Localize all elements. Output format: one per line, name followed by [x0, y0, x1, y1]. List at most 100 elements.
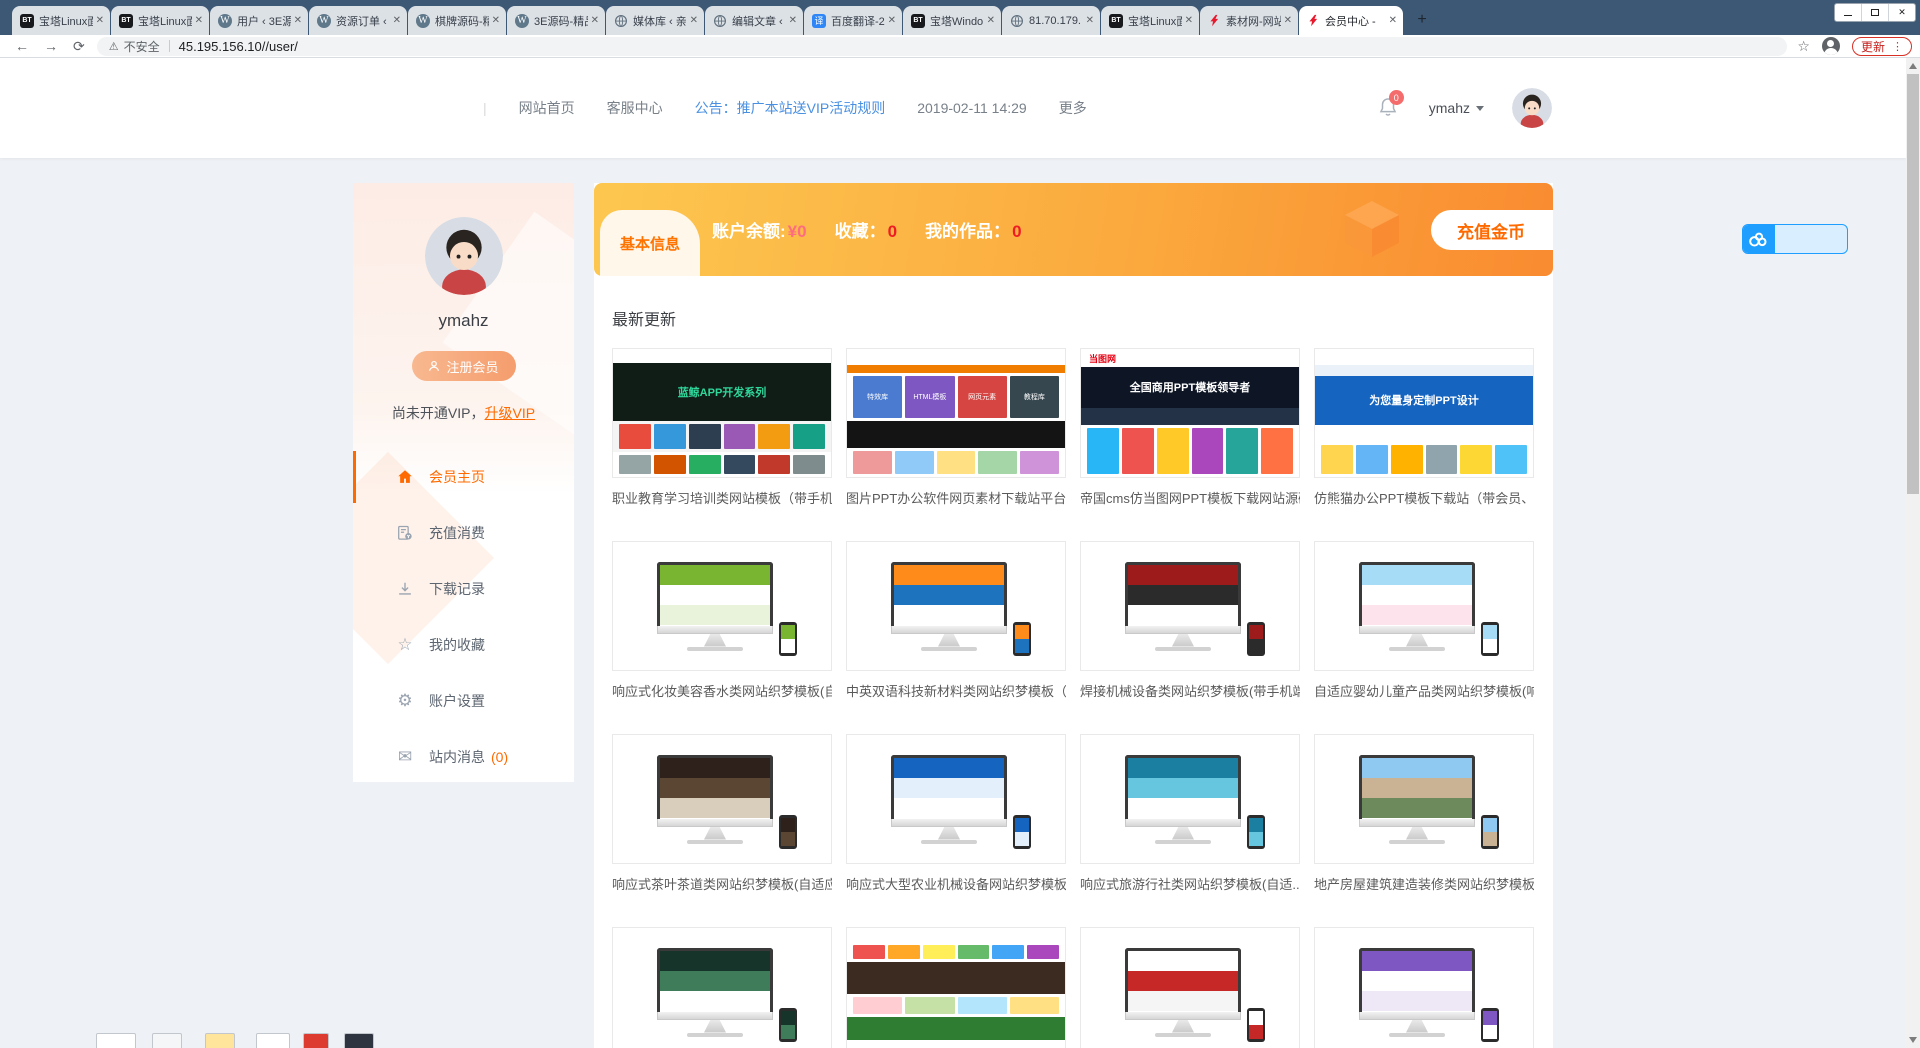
template-card[interactable]: 当图网全国商用PPT模板领导者帝国cms仿当图网PPT模板下载网站源码 [1080, 348, 1300, 507]
recharge-coins-button[interactable]: 充值金币 [1431, 210, 1553, 250]
template-thumbnail[interactable] [1080, 734, 1300, 864]
taskbar-icon-fragment[interactable] [344, 1033, 374, 1048]
browser-tab[interactable]: BT宝塔Linux面✕ [1101, 6, 1199, 35]
browser-tab[interactable]: W棋牌源码-精✕ [408, 6, 506, 35]
header-avatar[interactable] [1512, 88, 1552, 128]
browser-tab[interactable]: W资源订单 ‹✕ [309, 6, 407, 35]
template-title[interactable]: 图片PPT办公软件网页素材下载站平台... [846, 488, 1066, 507]
sidebar-item-mail[interactable]: ✉站内消息(0) [353, 729, 574, 782]
template-title[interactable]: 中英双语科技新材料类网站织梦模板（... [846, 681, 1066, 700]
tab-close-icon[interactable]: ✕ [987, 15, 995, 26]
sidebar-item-download[interactable]: 下载记录 [353, 561, 574, 617]
close-button[interactable]: ✕ [1889, 4, 1915, 21]
scroll-up-icon[interactable] [1909, 63, 1917, 69]
template-card[interactable]: 特效库HTML模板网页元素教程库图片PPT办公软件网页素材下载站平台... [846, 348, 1066, 507]
template-thumbnail[interactable] [846, 734, 1066, 864]
template-card[interactable]: 医疗制药企业网站模板 [1314, 927, 1534, 1048]
template-thumbnail[interactable] [612, 927, 832, 1048]
template-title[interactable]: 焊接机械设备类网站织梦模板(带手机端... [1080, 681, 1300, 700]
template-card[interactable]: 中英双语科技新材料类网站织梦模板（... [846, 541, 1066, 700]
tab-close-icon[interactable]: ✕ [1086, 15, 1094, 26]
tab-close-icon[interactable]: ✕ [1389, 15, 1397, 26]
template-card[interactable]: 焊接机械设备类网站织梦模板(带手机端... [1080, 541, 1300, 700]
sidebar-item-star[interactable]: ☆我的收藏 [353, 617, 574, 673]
sidebar-avatar[interactable] [425, 217, 503, 295]
bookmark-star-icon[interactable]: ☆ [1797, 38, 1810, 55]
template-title[interactable]: 自适应婴幼儿童产品类网站织梦模板(响... [1314, 681, 1534, 700]
upgrade-vip-link[interactable]: 升级VIP [485, 405, 536, 421]
back-icon[interactable]: ← [15, 39, 29, 53]
url-input[interactable]: ⚠ 不安全 45.195.156.10//user/ [97, 37, 1788, 56]
template-title[interactable]: 帝国cms仿当图网PPT模板下载网站源码 [1080, 488, 1300, 507]
tab-close-icon[interactable]: ✕ [96, 15, 104, 26]
browser-tab[interactable]: BT宝塔Linux面✕ [111, 6, 209, 35]
template-title[interactable]: 响应式茶叶茶道类网站织梦模板(自适应... [612, 874, 832, 893]
tab-close-icon[interactable]: ✕ [1284, 15, 1292, 26]
browser-tab[interactable]: 素材网-网站✕ [1200, 6, 1298, 35]
user-menu[interactable]: ymahz [1429, 100, 1484, 116]
template-card[interactable]: 响应式化妆美容香水类网站织梦模板(自... [612, 541, 832, 700]
browser-tab[interactable]: BT宝塔Windo✕ [903, 6, 1001, 35]
template-card[interactable]: 地产房屋建筑建造装修类网站织梦模板(... [1314, 734, 1534, 893]
nav-link[interactable]: 客服中心 [607, 98, 663, 118]
sidebar-item-home[interactable]: 会员主页 [353, 449, 574, 505]
scroll-down-icon[interactable] [1909, 1037, 1917, 1043]
template-thumbnail[interactable] [612, 734, 832, 864]
netdisk-widget[interactable] [1742, 224, 1848, 254]
tab-close-icon[interactable]: ✕ [690, 15, 698, 26]
template-thumbnail[interactable] [1314, 734, 1534, 864]
taskbar-icon-fragment[interactable] [152, 1033, 182, 1048]
template-thumbnail[interactable] [846, 541, 1066, 671]
template-thumbnail[interactable] [612, 541, 832, 671]
browser-tab[interactable]: W用户 ‹ 3E源✕ [210, 6, 308, 35]
tab-close-icon[interactable]: ✕ [789, 15, 797, 26]
browser-menu-icon[interactable]: ⋮ [1892, 40, 1903, 53]
nav-link[interactable]: 网站首页 [519, 98, 575, 118]
template-title[interactable]: 响应式旅游行社类网站织梦模板(自适... [1080, 874, 1300, 893]
page-scrollbar[interactable] [1906, 58, 1920, 1048]
template-card[interactable]: 响应式茶叶茶道类网站织梦模板(自适应... [612, 734, 832, 893]
template-thumbnail[interactable]: 特效库HTML模板网页元素教程库 [846, 348, 1066, 478]
template-thumbnail[interactable]: 当图网全国商用PPT模板领导者 [1080, 348, 1300, 478]
template-card[interactable]: Discuz仿酷开社区互动商业版(GBK+U... [846, 927, 1066, 1048]
new-tab-button[interactable]: + [1410, 8, 1434, 32]
template-thumbnail[interactable] [1314, 927, 1534, 1048]
template-title[interactable]: 地产房屋建筑建造装修类网站织梦模板(... [1314, 874, 1534, 893]
template-thumbnail[interactable] [1314, 541, 1534, 671]
minimize-button[interactable] [1835, 4, 1862, 21]
template-thumbnail[interactable] [1080, 927, 1300, 1048]
browser-profile-icon[interactable] [1822, 37, 1840, 55]
browser-tab[interactable]: 译百度翻译-2✕ [804, 6, 902, 35]
notification-bell-icon[interactable]: 0 [1377, 96, 1401, 120]
template-thumbnail[interactable] [1080, 541, 1300, 671]
maximize-button[interactable] [1862, 4, 1889, 21]
taskbar-icon-fragment[interactable] [256, 1033, 290, 1048]
template-thumbnail[interactable]: 蓝鲸APP开发系列 [612, 348, 832, 478]
scrollbar-thumb[interactable] [1907, 74, 1919, 494]
tab-basic-info[interactable]: 基本信息 [600, 210, 700, 276]
template-card[interactable]: 响应式金融产品展示公司网站模板 [1080, 927, 1300, 1048]
taskbar-icon-fragment[interactable] [303, 1033, 329, 1048]
tab-close-icon[interactable]: ✕ [591, 15, 599, 26]
sidebar-item-gear[interactable]: ⚙账户设置 [353, 673, 574, 729]
reload-icon[interactable]: ⟳ [73, 39, 85, 53]
taskbar-icon-fragment[interactable] [96, 1033, 136, 1048]
template-thumbnail[interactable] [846, 927, 1066, 1048]
browser-tab[interactable]: 81.70.179.✕ [1002, 6, 1100, 35]
browser-tab[interactable]: 会员中心 -✕ [1299, 6, 1403, 35]
template-card[interactable]: 为您量身定制PPT设计仿熊猫办公PPT模板下载站（带会员、... [1314, 348, 1534, 507]
forward-icon[interactable]: → [44, 39, 58, 53]
taskbar-icon-fragment[interactable] [205, 1033, 235, 1048]
browser-tab[interactable]: W3E源码-精品✕ [507, 6, 605, 35]
register-member-button[interactable]: 注册会员 [412, 351, 516, 381]
template-card[interactable]: 响应式旅游行社类网站织梦模板(自适... [1080, 734, 1300, 893]
update-button[interactable]: 更新 ⋮ [1852, 37, 1912, 56]
template-title[interactable]: 仿熊猫办公PPT模板下载站（带会员、... [1314, 488, 1534, 507]
template-thumbnail[interactable]: 为您量身定制PPT设计 [1314, 348, 1534, 478]
template-title[interactable]: 响应式化妆美容香水类网站织梦模板(自... [612, 681, 832, 700]
template-title[interactable]: 响应式大型农业机械设备网站织梦模板(... [846, 874, 1066, 893]
tab-close-icon[interactable]: ✕ [393, 15, 401, 26]
tab-close-icon[interactable]: ✕ [1185, 15, 1193, 26]
browser-tab[interactable]: 媒体库 ‹ 亲✕ [606, 6, 704, 35]
tab-close-icon[interactable]: ✕ [492, 15, 500, 26]
